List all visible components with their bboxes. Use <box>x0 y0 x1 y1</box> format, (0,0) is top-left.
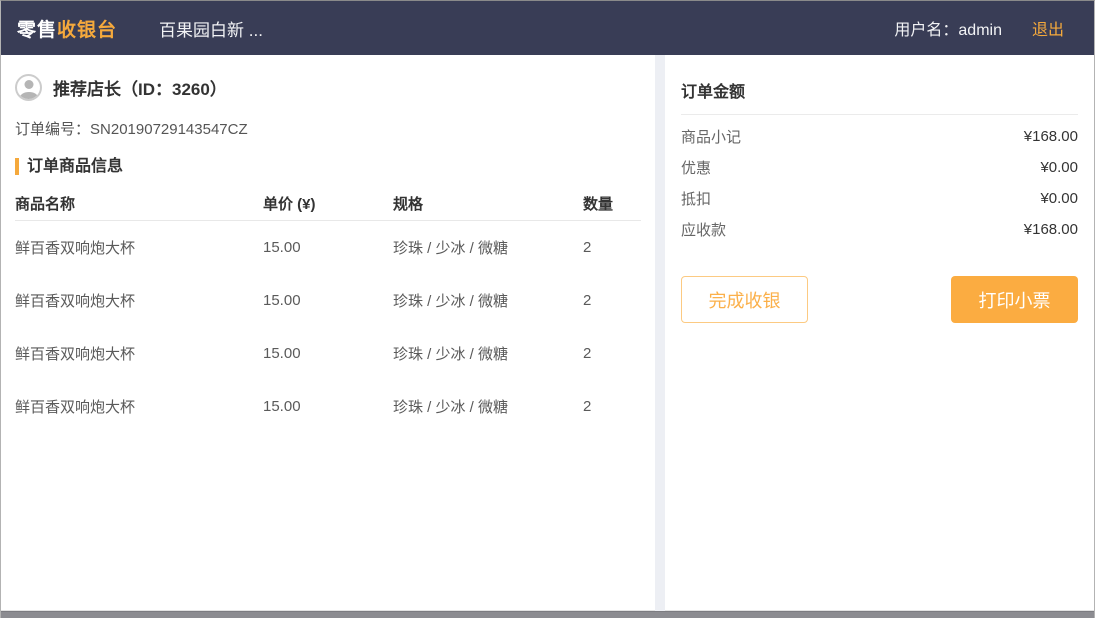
cell-qty: 2 <box>583 239 641 256</box>
cell-qty: 2 <box>583 398 641 415</box>
col-header-name: 商品名称 <box>15 193 263 214</box>
cell-spec: 珍珠 / 少冰 / 微糖 <box>393 290 583 311</box>
cell-unit-price: 15.00 <box>263 239 393 256</box>
col-header-price: 单价 (¥) <box>263 193 393 214</box>
referrer-row: 推荐店长（ID：3260） <box>15 74 641 101</box>
cell-qty: 2 <box>583 345 641 362</box>
username-value: admin <box>958 22 1002 39</box>
cell-spec: 珍珠 / 少冰 / 微糖 <box>393 396 583 417</box>
store-name: 百果园白新 ... <box>159 16 263 41</box>
user-avatar-icon <box>15 74 42 101</box>
amount-section-title: 订单金额 <box>681 78 1078 115</box>
pos-app-window: 零售收银台 百果园白新 ... 用户名：admin 退出 推荐店长（ID：326… <box>0 0 1095 618</box>
cell-product-name: 鲜百香双响炮大杯 <box>15 237 263 258</box>
cell-product-name: 鲜百香双响炮大杯 <box>15 343 263 364</box>
cell-spec: 珍珠 / 少冰 / 微糖 <box>393 343 583 364</box>
summary-value: ¥0.00 <box>1040 159 1078 176</box>
order-goods-panel: 推荐店长（ID：3260） 订单编号：SN20190729143547CZ 订单… <box>1 55 655 611</box>
summary-value: ¥168.00 <box>1024 128 1078 145</box>
cell-unit-price: 15.00 <box>263 398 393 415</box>
table-row: 鲜百香双响炮大杯 15.00 珍珠 / 少冰 / 微糖 2 <box>15 274 641 327</box>
order-number-value: SN20190729143547CZ <box>90 121 248 138</box>
goods-table-header: 商品名称 单价 (¥) 规格 数量 <box>15 187 641 221</box>
goods-table: 商品名称 单价 (¥) 规格 数量 鲜百香双响炮大杯 15.00 珍珠 / 少冰… <box>15 187 641 433</box>
summary-label: 优惠 <box>681 157 711 178</box>
order-amount-panel: 订单金额 商品小记 ¥168.00 优惠 ¥0.00 抵扣 ¥0.00 应收款 … <box>665 55 1094 611</box>
panel-divider <box>655 55 665 611</box>
cell-qty: 2 <box>583 292 641 309</box>
col-header-qty: 数量 <box>583 193 641 214</box>
order-number-label: 订单编号： <box>15 121 90 138</box>
summary-value: ¥0.00 <box>1040 190 1078 207</box>
summary-row-subtotal: 商品小记 ¥168.00 <box>681 121 1078 152</box>
summary-label: 抵扣 <box>681 188 711 209</box>
referrer-title: 推荐店长（ID：3260） <box>53 75 227 100</box>
table-row: 鲜百香双响炮大杯 15.00 珍珠 / 少冰 / 微糖 2 <box>15 380 641 433</box>
logout-button[interactable]: 退出 <box>1032 16 1064 40</box>
action-buttons: 完成收银 打印小票 <box>681 276 1078 323</box>
col-header-spec: 规格 <box>393 193 583 214</box>
goods-section-title: 订单商品信息 <box>15 158 641 175</box>
table-row: 鲜百香双响炮大杯 15.00 珍珠 / 少冰 / 微糖 2 <box>15 221 641 274</box>
summary-label: 商品小记 <box>681 126 741 147</box>
summary-value: ¥168.00 <box>1024 221 1078 238</box>
amount-summary: 商品小记 ¥168.00 优惠 ¥0.00 抵扣 ¥0.00 应收款 ¥168.… <box>681 121 1078 245</box>
summary-label: 应收款 <box>681 219 726 240</box>
username-label: 用户名： <box>894 22 958 39</box>
main-content: 推荐店长（ID：3260） 订单编号：SN20190729143547CZ 订单… <box>1 55 1094 611</box>
cell-product-name: 鲜百香双响炮大杯 <box>15 396 263 417</box>
cell-spec: 珍珠 / 少冰 / 微糖 <box>393 237 583 258</box>
summary-row-receivable: 应收款 ¥168.00 <box>681 214 1078 245</box>
username-text: 用户名：admin <box>894 16 1002 40</box>
cell-unit-price: 15.00 <box>263 345 393 362</box>
logo-cashier-text: 收银台 <box>57 20 117 41</box>
app-logo: 零售收银台 <box>17 15 117 42</box>
cell-unit-price: 15.00 <box>263 292 393 309</box>
order-number: 订单编号：SN20190729143547CZ <box>15 118 641 139</box>
table-row: 鲜百香双响炮大杯 15.00 珍珠 / 少冰 / 微糖 2 <box>15 327 641 380</box>
summary-row-deduction: 抵扣 ¥0.00 <box>681 183 1078 214</box>
print-receipt-button[interactable]: 打印小票 <box>951 276 1078 323</box>
summary-row-discount: 优惠 ¥0.00 <box>681 152 1078 183</box>
top-bar: 零售收银台 百果园白新 ... 用户名：admin 退出 <box>1 1 1094 55</box>
finish-checkout-button[interactable]: 完成收银 <box>681 276 808 323</box>
logo-retail-text: 零售 <box>17 20 57 41</box>
cell-product-name: 鲜百香双响炮大杯 <box>15 290 263 311</box>
bottom-bar <box>1 611 1094 618</box>
